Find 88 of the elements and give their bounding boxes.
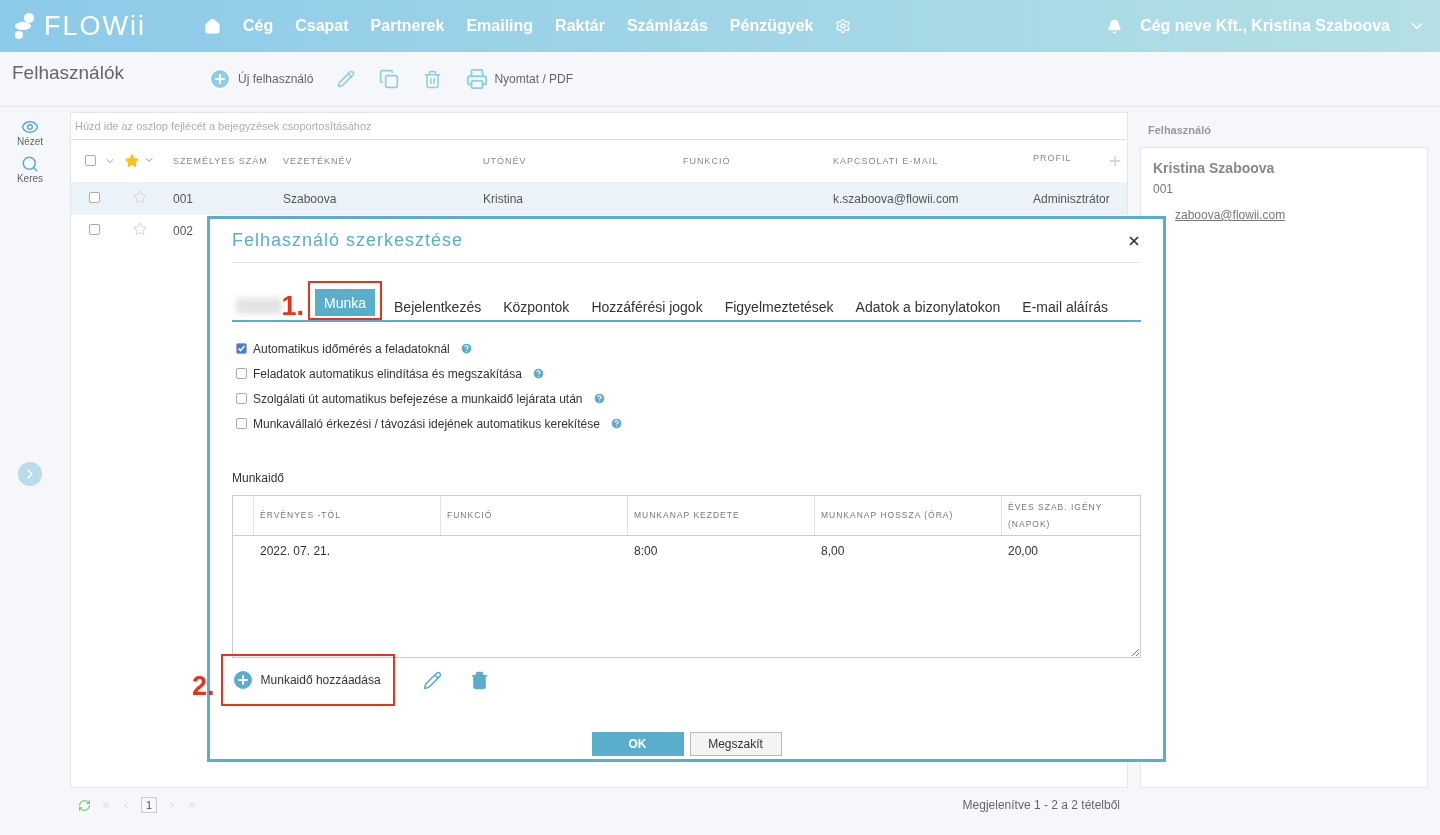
checkbox[interactable] bbox=[236, 418, 247, 429]
table-cell-text: k.szaboova@flowii.com bbox=[832, 191, 960, 206]
table-cell-text: 20,00 bbox=[1007, 544, 1040, 558]
record-summary: Megjelenítve 1 - 2 a 2 tételből bbox=[962, 798, 1120, 812]
table-cell-text: 001 bbox=[172, 191, 195, 206]
table-cell-text: 8,00 bbox=[820, 544, 846, 558]
panel-title: Felhasználó bbox=[1148, 123, 1211, 136]
bell-icon[interactable] bbox=[1107, 18, 1123, 34]
star-icon[interactable] bbox=[133, 190, 147, 204]
delete-icon[interactable] bbox=[469, 670, 489, 690]
delete-icon[interactable] bbox=[423, 69, 443, 89]
email-link[interactable]: zaboova@flowii.com bbox=[1175, 208, 1286, 222]
tab[interactable]: E-mail aláírás bbox=[1013, 293, 1117, 320]
checkbox[interactable] bbox=[85, 155, 96, 166]
tab[interactable]: Központok bbox=[494, 293, 579, 320]
checkbox[interactable] bbox=[236, 368, 247, 379]
tab[interactable]: Figyelmeztetések bbox=[715, 293, 843, 320]
column-header[interactable]: VEZETÉKNÉV bbox=[279, 156, 479, 166]
printer-icon bbox=[466, 68, 489, 90]
user-name: Kristina Szaboova bbox=[1153, 160, 1276, 176]
column-header[interactable]: FUNKCIÓ bbox=[679, 156, 829, 166]
column-header[interactable]: ÉVES SZAB. IGÉNY (NAPOK) bbox=[1001, 496, 1140, 535]
column-header[interactable]: MUNKANAP HOSSZA (ÓRA) bbox=[814, 496, 1001, 535]
table-row[interactable]: 001 Szaboova Kristina k.szaboova@flowii.com Adminisztrátor bbox=[71, 182, 1127, 214]
print-button[interactable]: Nyomtat / PDF bbox=[466, 68, 574, 90]
last-page-icon[interactable] bbox=[187, 800, 198, 810]
edit-icon[interactable] bbox=[337, 70, 356, 88]
search-icon bbox=[21, 155, 39, 173]
table-cell-text: 2022. 07. 21. bbox=[259, 544, 332, 558]
eye-icon bbox=[21, 118, 39, 136]
option-label: Feladatok automatikus elindítása és megszakítása bbox=[253, 366, 522, 381]
table-cell-text: Kristina bbox=[482, 191, 524, 206]
home-icon[interactable] bbox=[204, 17, 221, 35]
dialog-title: Felhasználó szerkesztése bbox=[232, 230, 464, 251]
tab[interactable]: Adatok a bizonylatokon bbox=[846, 293, 1010, 320]
help-icon[interactable] bbox=[459, 342, 473, 355]
tab[interactable]: Munka bbox=[315, 289, 376, 316]
logo-icon bbox=[14, 13, 36, 39]
search-button[interactable]: Keres bbox=[16, 155, 44, 184]
tab[interactable]: Hozzáférési jogok bbox=[582, 293, 712, 320]
add-column-icon[interactable] bbox=[1107, 153, 1123, 169]
settings-icon[interactable] bbox=[835, 18, 852, 34]
logo-text: FLOWii bbox=[44, 10, 146, 42]
table-cell-text: 002 bbox=[172, 223, 195, 238]
check-icon bbox=[237, 344, 246, 353]
cancel-button[interactable]: Megszakít bbox=[689, 732, 782, 756]
plus-icon bbox=[208, 67, 232, 91]
table-cell-text: Adminisztrátor bbox=[1032, 191, 1111, 206]
star-icon[interactable] bbox=[125, 154, 139, 168]
ok-button[interactable]: OK bbox=[591, 732, 684, 756]
help-icon[interactable] bbox=[609, 417, 623, 430]
option-label: Szolgálati út automatikus befejezése a munkaidő lejárata után bbox=[253, 391, 583, 406]
help-icon[interactable] bbox=[531, 367, 545, 380]
resize-handle-icon[interactable] bbox=[1131, 648, 1139, 656]
column-header[interactable]: FUNKCIÓ bbox=[440, 496, 627, 535]
add-worktime-button[interactable]: Munkaidő hozzáadása bbox=[230, 668, 381, 692]
table-cell-text: Szaboova bbox=[282, 191, 338, 206]
column-header[interactable]: PROFIL bbox=[1029, 153, 1127, 169]
checkbox[interactable] bbox=[236, 393, 247, 404]
view-button[interactable]: Nézet bbox=[16, 118, 44, 147]
column-header[interactable]: MUNKANAP KEZDETE bbox=[627, 496, 814, 535]
option-label: Munkavállaló érkezési / távozási idejének automatikus kerekítése bbox=[253, 416, 600, 431]
help-icon[interactable] bbox=[592, 392, 606, 405]
page-number[interactable]: 1 bbox=[141, 797, 158, 813]
checkbox[interactable] bbox=[89, 223, 100, 235]
star-icon[interactable] bbox=[133, 222, 147, 236]
refresh-icon[interactable] bbox=[78, 798, 91, 812]
previous-page-icon[interactable] bbox=[121, 800, 131, 810]
section-title: Munkaidő bbox=[232, 471, 286, 485]
column-header[interactable]: ÉRVÉNYES -TÓL bbox=[253, 496, 440, 535]
blurred-tab[interactable] bbox=[236, 298, 282, 314]
column-header[interactable]: KAPCSOLATI E-MAIL bbox=[829, 156, 1029, 166]
copy-icon[interactable] bbox=[379, 69, 400, 89]
annotation-number: 1. bbox=[281, 293, 304, 320]
tab[interactable]: Bejelentkezés bbox=[385, 293, 491, 320]
new-user-button[interactable]: Új felhasználó bbox=[208, 67, 314, 91]
checkbox[interactable] bbox=[236, 343, 247, 354]
column-header[interactable]: SZEMÉLYES SZÁM bbox=[169, 156, 279, 166]
table-cell-text: 8:00 bbox=[633, 544, 659, 558]
edit-icon[interactable] bbox=[422, 670, 442, 690]
column-header[interactable]: UTÓNÉV bbox=[479, 156, 679, 166]
option-label: Automatikus időmérés a feladatoknál bbox=[253, 341, 450, 356]
group-hint: Húzd ide az oszlop fejlécét a bejegyzések csoportosításához bbox=[75, 120, 372, 132]
checkbox[interactable] bbox=[89, 191, 100, 203]
page-title: Felhasználók bbox=[12, 61, 125, 84]
user-number: 001 bbox=[1153, 182, 1175, 196]
expand-button[interactable] bbox=[18, 462, 42, 486]
column-header[interactable]: PROFIL bbox=[1033, 153, 1072, 169]
